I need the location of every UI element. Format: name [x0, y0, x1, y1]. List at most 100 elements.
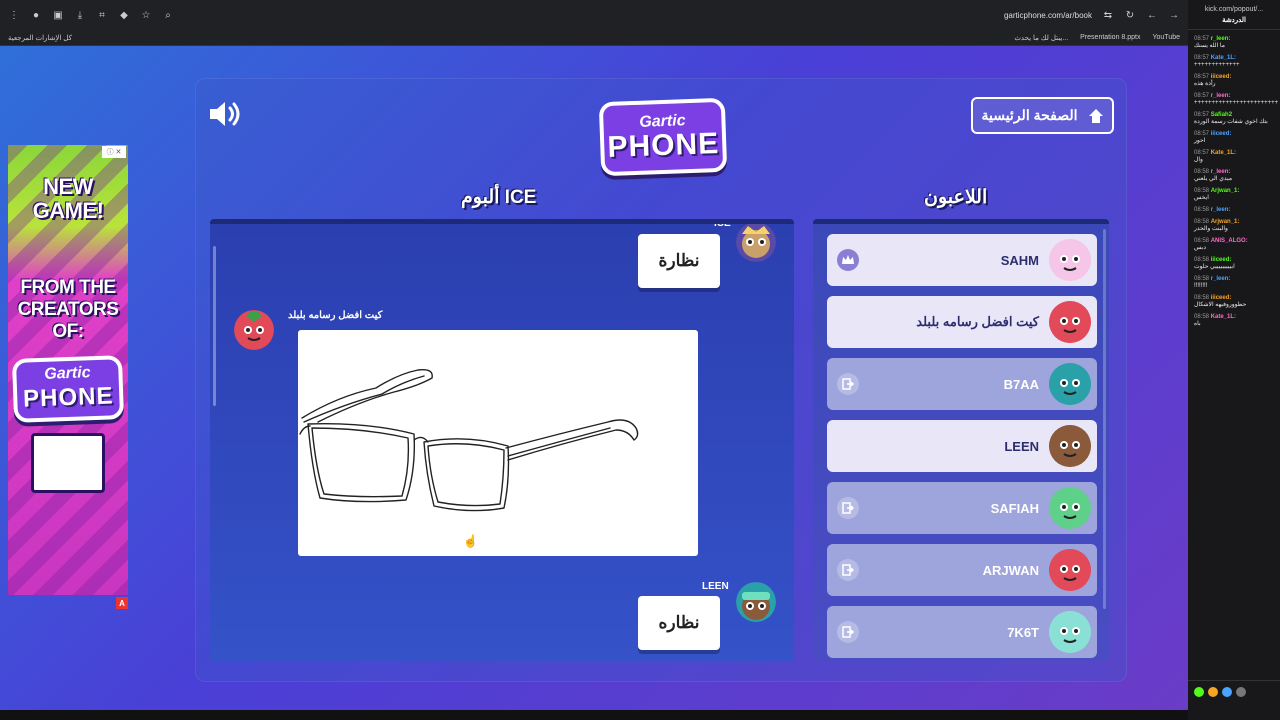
address-bar[interactable]: garticphone.com/ar/book — [1004, 11, 1092, 20]
player-avatar — [1049, 549, 1091, 591]
chat-username[interactable]: Arjwan_1: — [1211, 219, 1240, 225]
bookmark-all[interactable]: كل الإشارات المرجعية — [8, 34, 72, 42]
chat-time: 08:57 — [1194, 74, 1210, 80]
player-row: B7AA — [827, 358, 1097, 410]
back-icon[interactable]: ← — [1146, 9, 1158, 21]
player-name: LEEN — [702, 581, 729, 592]
translate-icon[interactable]: ⇆ — [1102, 9, 1114, 21]
menu-icon[interactable]: ⋮ — [8, 9, 20, 21]
player-name: كيت افضل رسامه بلبلد — [916, 314, 1039, 329]
forward-icon[interactable]: → — [1168, 9, 1180, 21]
chat-username[interactable]: iiiceed: — [1211, 295, 1232, 301]
bookmark-item[interactable]: Presentation 8.pptx — [1080, 34, 1140, 42]
chat-text: ++++++++++++++++++++++++ — [1194, 100, 1279, 106]
chat-username[interactable]: iiiceed: — [1211, 257, 1232, 263]
chat-text: +++++++++++++ — [1194, 62, 1240, 68]
drawing-canvas — [298, 330, 698, 556]
chat-text: ما الله يسنك — [1194, 43, 1225, 49]
player-row: كيت افضل رسامه بلبلد — [827, 296, 1097, 348]
player-avatar — [1049, 239, 1091, 281]
player-name: ICE — [714, 219, 731, 229]
chat-message: 08:58 iiiceed: ابيييييييييي حلوت — [1188, 255, 1280, 274]
chat-username[interactable]: Arjwan_1: — [1211, 188, 1240, 194]
chat-time: 08:58 — [1194, 219, 1210, 225]
chat-window: kick.com/popout/... الدردشة 08:57 r_leen… — [1188, 0, 1280, 720]
browser-toolbar: ⋮ ● ▣ ⤓ ⌗ ◆ ☆ ⌕ garticphone.com/ar/book … — [0, 0, 1188, 30]
bookmark-item[interactable]: يبتل لك ما يحدث... — [1014, 34, 1068, 42]
chat-username[interactable]: iiiceed: — [1211, 74, 1232, 80]
strawberry-avatar — [234, 310, 274, 350]
chat-message: 08:58 iiiceed: حطووروفيهه الاشكال — [1188, 293, 1280, 312]
chat-text: ابيييييييييي حلوت — [1194, 264, 1235, 270]
chat-text: احور — [1194, 138, 1206, 144]
player-name: SAFIAH — [990, 500, 1039, 516]
player-row: 7K6T — [827, 606, 1097, 658]
chat-message: 08:57 r_leen: ++++++++++++++++++++++++ — [1188, 91, 1280, 110]
players-scrollbar[interactable] — [1103, 229, 1106, 609]
chat-messages: 08:57 r_leen: ما الله يسنك 08:57 Kate_1L: +… — [1188, 30, 1280, 331]
chat-time: 08:57 — [1194, 112, 1210, 118]
chat-username[interactable]: r_leen: — [1211, 276, 1231, 282]
chat-time: 08:57 — [1194, 131, 1210, 137]
chat-message: 08:57 iiiceed: رأدة هذه — [1188, 72, 1280, 91]
chat-username[interactable]: iiiceed: — [1211, 131, 1232, 137]
chat-username[interactable]: r_leen: — [1211, 36, 1231, 42]
album-title: ألبوم ICE — [461, 187, 537, 208]
chat-username[interactable]: Kate_1L: — [1211, 55, 1236, 61]
ice-avatar — [736, 224, 776, 262]
chat-message: 08:58 Arjwan_1: والبنت والحدر — [1188, 217, 1280, 236]
player-name: 7K6T — [1007, 624, 1039, 640]
player-row: ARJWAN — [827, 544, 1097, 596]
players-title: اللاعبون — [924, 187, 988, 208]
chat-input-bar[interactable] — [1188, 680, 1280, 720]
player-row: SAHM — [827, 234, 1097, 286]
reload-icon[interactable]: ↻ — [1124, 9, 1136, 21]
exit-icon — [837, 621, 859, 643]
chat-text: رأدة هذه — [1194, 81, 1216, 87]
chat-username[interactable]: Safiah2 — [1211, 112, 1232, 118]
chat-message: 08:57 Kate_1L: وال — [1188, 148, 1280, 167]
chat-username[interactable]: ANIS_ALGO: — [1211, 238, 1248, 244]
download-icon[interactable]: ⤓ — [74, 9, 86, 21]
chat-url[interactable]: kick.com/popout/... — [1205, 6, 1263, 13]
chat-text: دبس — [1194, 245, 1206, 251]
extension-icon[interactable]: ● — [30, 9, 42, 21]
extensions-icon[interactable]: ◆ — [118, 9, 130, 21]
chat-username[interactable]: Kate_1L: — [1211, 150, 1236, 156]
emote-icon[interactable] — [1222, 687, 1232, 697]
chat-username[interactable]: r_leen: — [1211, 169, 1231, 175]
star-icon[interactable]: ☆ — [140, 9, 152, 21]
player-avatar — [1049, 611, 1091, 653]
album-scrollbar[interactable] — [213, 246, 216, 406]
player-row: LEEN — [827, 420, 1097, 472]
bookmark-item[interactable]: YouTube — [1152, 34, 1180, 42]
ad-banner[interactable]: NEW GAME! FROM THE CREATORS OF: Gartic P… — [8, 145, 128, 595]
sidebar-icon[interactable]: ▣ — [52, 9, 64, 21]
chat-username[interactable]: r_leen: — [1211, 207, 1231, 213]
chat-message: 08:57 Kate_1L: +++++++++++++ — [1188, 53, 1280, 72]
zoom-icon[interactable]: ⌕ — [162, 9, 174, 21]
chat-time: 08:58 — [1194, 276, 1210, 282]
ad-choices-icon[interactable]: A — [116, 597, 128, 609]
chat-message: 08:58 Arjwan_1: ايخس — [1188, 186, 1280, 205]
ad-close-button[interactable]: ⓘ ✕ — [102, 146, 126, 158]
emote-icon[interactable] — [1208, 687, 1218, 697]
guess-bubble: نظارة — [638, 234, 720, 288]
chat-text: بتك اخوي شفات رسمة الوردة — [1194, 119, 1268, 125]
home-button[interactable]: الصفحة الرئيسية — [971, 97, 1114, 134]
home-icon — [1088, 108, 1103, 123]
screenshot-icon[interactable]: ⌗ — [96, 9, 108, 21]
settings-icon[interactable] — [1236, 687, 1246, 697]
chat-time: 08:57 — [1194, 55, 1210, 61]
chat-time: 08:57 — [1194, 36, 1210, 42]
player-name: B7AA — [1003, 376, 1039, 392]
chat-time: 08:58 — [1194, 257, 1210, 263]
emote-icon[interactable] — [1194, 687, 1204, 697]
leen-avatar — [736, 582, 776, 622]
chat-username[interactable]: Kate_1L: — [1211, 314, 1236, 320]
taskbar — [0, 710, 1188, 720]
chat-username[interactable]: r_leen: — [1211, 93, 1231, 99]
chat-time: 08:58 — [1194, 188, 1210, 194]
speaker-icon[interactable] — [208, 100, 244, 128]
exit-icon — [837, 497, 859, 519]
